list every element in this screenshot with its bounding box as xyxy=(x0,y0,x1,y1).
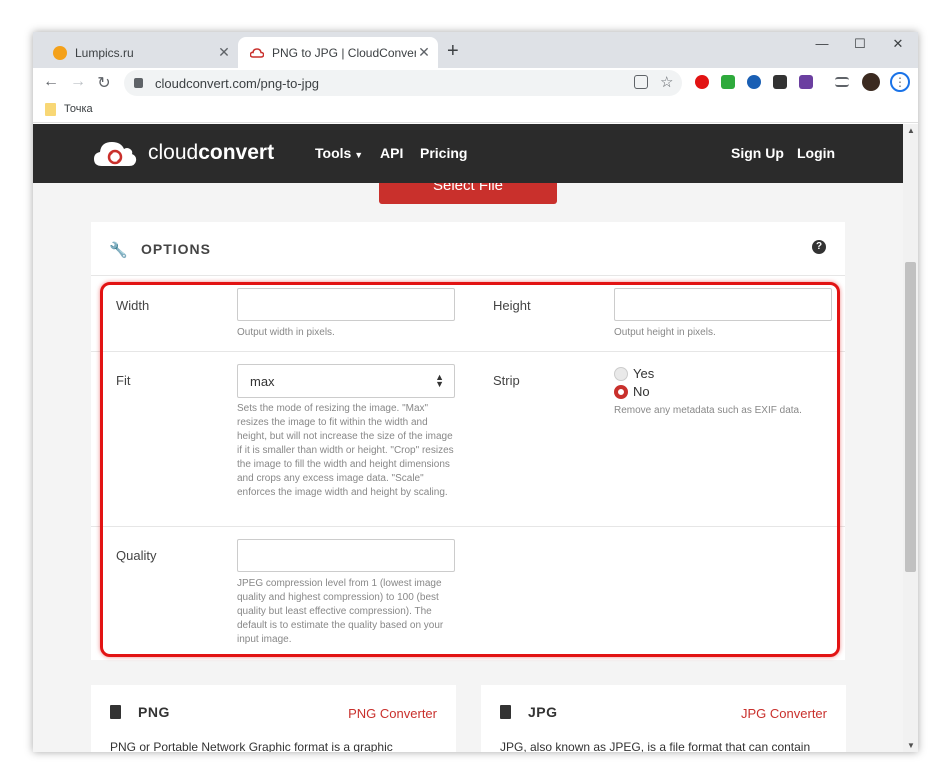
cloudconvert-logo-icon xyxy=(94,142,137,166)
brand-name[interactable]: cloudconvert xyxy=(148,141,274,165)
new-tab-button[interactable]: + xyxy=(447,41,459,61)
page-scrollbar[interactable]: ▲ ▼ xyxy=(903,124,918,752)
scroll-up-icon[interactable]: ▲ xyxy=(907,126,915,135)
back-button[interactable]: ← xyxy=(41,73,61,91)
tab-cloudconvert[interactable]: PNG to JPG | CloudConvert ✕ xyxy=(238,37,438,68)
check-extension-icon[interactable] xyxy=(721,75,735,89)
scrollbar-thumb[interactable] xyxy=(905,262,916,572)
star-icon[interactable]: ☆ xyxy=(660,73,674,91)
translate-icon[interactable] xyxy=(634,75,648,89)
opera-extension-icon[interactable] xyxy=(695,75,709,89)
browser-window: Lumpics.ru ✕ PNG to JPG | CloudConvert ✕… xyxy=(33,32,918,752)
nav-login[interactable]: Login xyxy=(797,145,835,161)
lock-icon xyxy=(134,78,143,88)
format-card-png: PNG PNG Converter PNG or Portable Networ… xyxy=(91,685,456,752)
url-text: cloudconvert.com/png-to-jpg xyxy=(155,75,320,91)
close-tab-icon[interactable]: ✕ xyxy=(216,44,232,61)
vpn-extension-icon[interactable] xyxy=(747,75,761,89)
options-header: 🔧 OPTIONS ? xyxy=(91,222,845,276)
format-card-jpg: JPG JPG Converter JPG, also known as JPE… xyxy=(481,685,846,752)
avatar[interactable] xyxy=(862,73,880,91)
tab-lumpics[interactable]: Lumpics.ru ✕ xyxy=(41,37,238,68)
scroll-down-icon[interactable]: ▼ xyxy=(907,741,915,750)
forward-button[interactable]: → xyxy=(68,73,88,91)
highlight-frame xyxy=(100,282,840,657)
nav-api[interactable]: API xyxy=(380,145,403,161)
close-window-button[interactable]: ✕ xyxy=(883,36,913,52)
purple-extension-icon[interactable] xyxy=(799,75,813,89)
menu-icon[interactable]: ⋮ xyxy=(890,72,910,92)
nav-signup[interactable]: Sign Up xyxy=(731,145,784,161)
maximize-button[interactable]: ☐ xyxy=(845,36,875,52)
format-name: JPG xyxy=(528,704,558,720)
browser-toolbar: ← → ↻ cloudconvert.com/png-to-jpg ☆ ⋮ xyxy=(33,68,918,98)
bookmark-tochka[interactable]: Точка xyxy=(64,103,93,115)
file-icon xyxy=(110,705,121,719)
tab-title: Lumpics.ru xyxy=(75,45,134,60)
address-bar[interactable]: cloudconvert.com/png-to-jpg xyxy=(124,70,682,96)
page-viewport: Select File cloudconvert Tools ▼ API Pric… xyxy=(33,124,903,752)
wrench-icon: 🔧 xyxy=(109,242,128,259)
jpg-converter-link[interactable]: JPG Converter xyxy=(741,706,827,721)
box-extension-icon[interactable] xyxy=(773,75,787,89)
close-tab-icon[interactable]: ✕ xyxy=(416,44,432,61)
lumpics-favicon-icon xyxy=(53,45,67,60)
format-name: PNG xyxy=(138,704,170,720)
options-title: OPTIONS xyxy=(141,241,212,257)
tab-strip: Lumpics.ru ✕ PNG to JPG | CloudConvert ✕… xyxy=(33,32,918,68)
format-description: JPG, also known as JPEG, is a file forma… xyxy=(500,740,811,752)
nav-tools[interactable]: Tools ▼ xyxy=(315,145,363,161)
cloudconvert-favicon-icon xyxy=(250,47,264,58)
playlist-icon[interactable] xyxy=(835,77,849,87)
nav-pricing[interactable]: Pricing xyxy=(420,145,467,161)
help-icon[interactable]: ? xyxy=(812,240,826,254)
folder-icon xyxy=(45,103,56,116)
minimize-button[interactable]: — xyxy=(807,36,837,51)
reload-button[interactable]: ↻ xyxy=(94,73,114,93)
site-navbar: cloudconvert Tools ▼ API Pricing Sign Up … xyxy=(33,124,903,183)
chevron-down-icon: ▼ xyxy=(354,150,364,160)
png-converter-link[interactable]: PNG Converter xyxy=(348,706,437,721)
format-description: PNG or Portable Network Graphic format i… xyxy=(110,740,393,752)
tab-title: PNG to JPG | CloudConvert xyxy=(272,45,416,60)
file-icon xyxy=(500,705,511,719)
bookmarks-bar: Точка xyxy=(33,98,918,123)
